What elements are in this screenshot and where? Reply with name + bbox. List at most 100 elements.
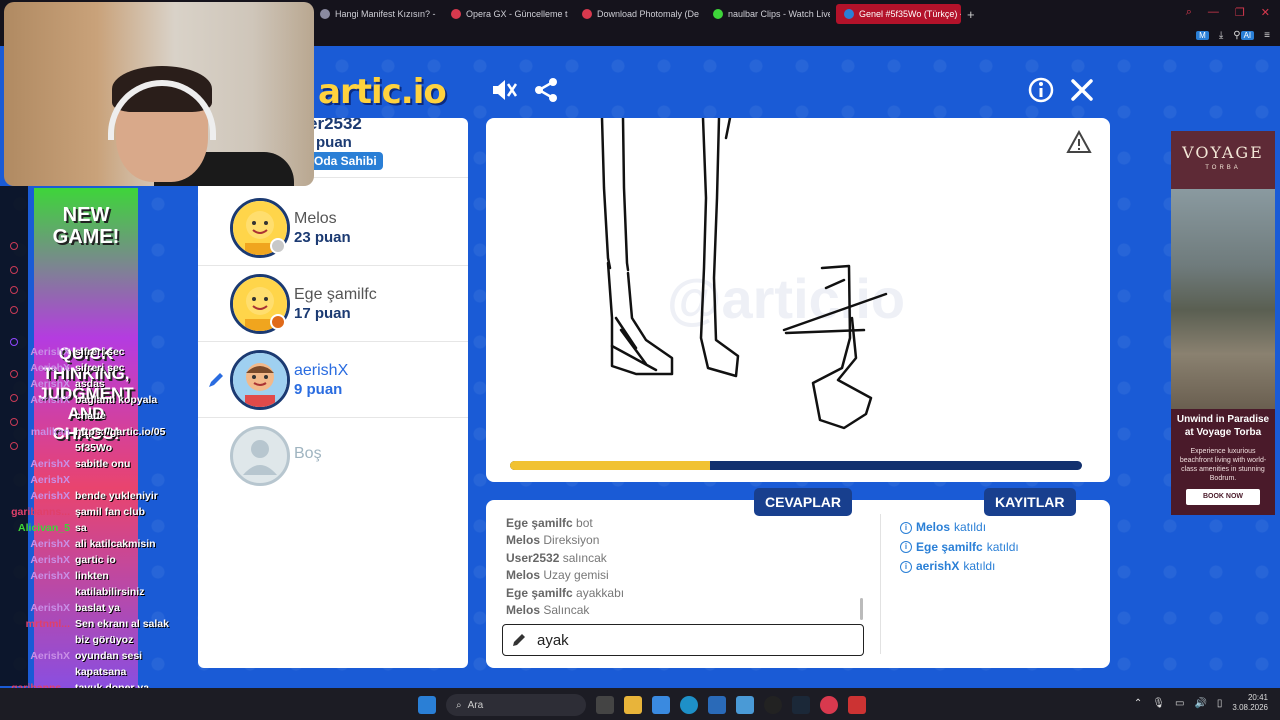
- answer-input[interactable]: [537, 631, 837, 649]
- stream-chat-line: AerishX oyundan sesi kapatsana: [4, 648, 194, 680]
- clock[interactable]: 20:41 3.08.2026: [1232, 693, 1268, 713]
- logs-list: i Melos katıldı i Ege şamilfc katıldı i aerishX…: [900, 518, 1019, 577]
- stream-chat-user: AerishX: [30, 362, 70, 374]
- tab-favicon-icon: [713, 9, 723, 19]
- extension-icon[interactable]: M: [1196, 31, 1209, 40]
- menu-icon[interactable]: ≡: [1264, 30, 1270, 41]
- circle-icon[interactable]: [10, 242, 18, 250]
- opera-gx-icon[interactable]: [820, 696, 838, 714]
- mute-icon[interactable]: [490, 76, 518, 104]
- chat-user: Melos: [506, 533, 541, 548]
- circle-icon[interactable]: [10, 266, 18, 274]
- search-icon: ⌕: [456, 699, 462, 711]
- new-tab-button[interactable]: +: [967, 7, 975, 22]
- taskbar-search[interactable]: ⌕ Ara: [446, 694, 586, 716]
- ad-headline: Unwind in Paradise at Voyage Torba: [1176, 414, 1270, 438]
- chat-line: Melos Salıncak: [506, 602, 866, 619]
- copilot-icon[interactable]: [652, 696, 670, 714]
- report-warning-icon[interactable]: [1066, 130, 1092, 154]
- player-row: Melos 23 puan: [198, 190, 468, 266]
- chat-scrollbar[interactable]: [860, 598, 863, 620]
- log-line: i Ege şamilfc katıldı: [900, 538, 1019, 558]
- stream-chat-line: AerishX baglanti kopyala: [4, 392, 194, 408]
- player-name: Boş: [294, 445, 322, 462]
- chat-text: Uzay gemisi: [543, 568, 609, 583]
- player-list: er2532 puan Oda Sahibi Melos 23 puan Ege…: [198, 118, 468, 668]
- stream-chat-message: baslat ya: [75, 602, 120, 614]
- tab-label: Genel #5f35Wo (Türkçe) -: [859, 9, 961, 19]
- player-points: 23 puan: [294, 229, 351, 246]
- answer-input-box[interactable]: [502, 624, 864, 656]
- minimize-icon[interactable]: —: [1208, 6, 1219, 19]
- network-icon[interactable]: ▭: [1175, 698, 1184, 709]
- stream-chat-user: garibanns...: [11, 506, 70, 518]
- ai-button[interactable]: ⚲ AI: [1233, 30, 1255, 41]
- drawing-canvas[interactable]: @artic.io: [486, 118, 1110, 482]
- stream-chat-message: sa: [75, 522, 87, 534]
- browser-tab[interactable]: Hangi Manifest Kızısın? - Q: [312, 4, 437, 24]
- promo-title: NEW GAME!: [52, 204, 120, 248]
- log-text: katıldı: [954, 520, 987, 534]
- windows-start-icon[interactable]: [418, 696, 436, 714]
- chat-line: Melos Uzay gemisi: [506, 567, 866, 584]
- browser-tab[interactable]: Genel #5f35Wo (Türkçe) -: [836, 4, 961, 24]
- chat-line: Ege şamilfc ayakkabı: [506, 585, 866, 602]
- stream-chat-line: mrtnml... Sen ekranı al salak biz görüyoz: [4, 616, 194, 648]
- maximize-icon[interactable]: ❐: [1235, 6, 1245, 19]
- share-icon[interactable]: [532, 76, 560, 104]
- search-icon[interactable]: ⌕: [1186, 6, 1192, 19]
- stream-chat-user: mrtnml...: [25, 618, 70, 630]
- address-bar-icons: M ⤓ ⚲ AI ≡: [1196, 30, 1270, 41]
- ad-brand-name: VOYAGE: [1182, 143, 1264, 162]
- stream-chat-message: şamil fan club: [75, 506, 146, 518]
- github-icon[interactable]: [764, 696, 782, 714]
- app-icon[interactable]: [848, 696, 866, 714]
- ad-book-now-button[interactable]: BOOK NOW: [1186, 489, 1260, 505]
- gartic-logo: artic.io: [318, 72, 447, 112]
- ad-brand-sub: TORBA: [1205, 165, 1241, 171]
- stream-chat-line: AerishX baslat ya: [4, 600, 194, 616]
- battery-icon[interactable]: ▯: [1217, 698, 1223, 709]
- steam-icon[interactable]: [792, 696, 810, 714]
- player-name: er2532: [308, 118, 362, 133]
- close-window-icon[interactable]: ✕: [1261, 6, 1270, 19]
- tab-answers[interactable]: CEVAPLAR: [754, 488, 852, 516]
- chat-text: salıncak: [562, 550, 607, 565]
- store-icon[interactable]: [736, 696, 754, 714]
- tab-favicon-icon: [582, 9, 592, 19]
- stream-chat-user: AerishX: [30, 474, 70, 486]
- edge-icon[interactable]: [680, 696, 698, 714]
- stream-chat-message: sifreri sec: [75, 362, 125, 374]
- file-explorer-icon[interactable]: [624, 696, 642, 714]
- chat-user: Ege şamilfc: [506, 516, 573, 530]
- circle-icon[interactable]: [10, 286, 18, 294]
- browser-tab[interactable]: Opera GX - Güncelleme ta: [443, 4, 568, 24]
- taskbar-search-label: Ara: [467, 699, 484, 711]
- tab-logs[interactable]: KAYITLAR: [984, 488, 1076, 516]
- ad-brand: VOYAGE TORBA: [1171, 131, 1275, 189]
- clock-time: 20:41: [1247, 693, 1268, 702]
- circle-icon[interactable]: [10, 306, 18, 314]
- tab-label: Hangi Manifest Kızısın? - Q: [335, 9, 437, 19]
- chat-text: Salıncak: [543, 603, 590, 618]
- webcam-overlay: [4, 2, 314, 186]
- drawing: @artic.io: [600, 118, 905, 430]
- browser-tab[interactable]: naulbar Clips - Watch Live: [705, 4, 830, 24]
- tab-list: Hangi Manifest Kızısın? - Q Opera GX - Gü…: [312, 4, 961, 24]
- volume-icon[interactable]: 🔊: [1194, 698, 1206, 709]
- chevron-up-icon[interactable]: ⌃: [1134, 698, 1142, 709]
- download-icon[interactable]: ⤓: [1219, 30, 1223, 41]
- browser-tab[interactable]: Download Photomaly (Dem: [574, 4, 699, 24]
- mail-icon[interactable]: [708, 696, 726, 714]
- info-icon: i: [900, 541, 912, 554]
- advertisement[interactable]: VOYAGE TORBA Unwind in Paradise at Voyag…: [1171, 131, 1275, 515]
- stream-chat-user: AerishX: [30, 554, 70, 566]
- microphone-icon[interactable]: 🎙: [1152, 698, 1165, 709]
- task-view-icon[interactable]: [596, 696, 614, 714]
- pencil-icon: [209, 373, 223, 387]
- stream-chat-line: AerishX sifreri sec: [4, 360, 194, 376]
- info-icon[interactable]: [1027, 76, 1055, 104]
- close-icon[interactable]: [1068, 76, 1096, 104]
- avatar: [230, 350, 290, 410]
- stream-chat-user: AerishX: [30, 490, 70, 502]
